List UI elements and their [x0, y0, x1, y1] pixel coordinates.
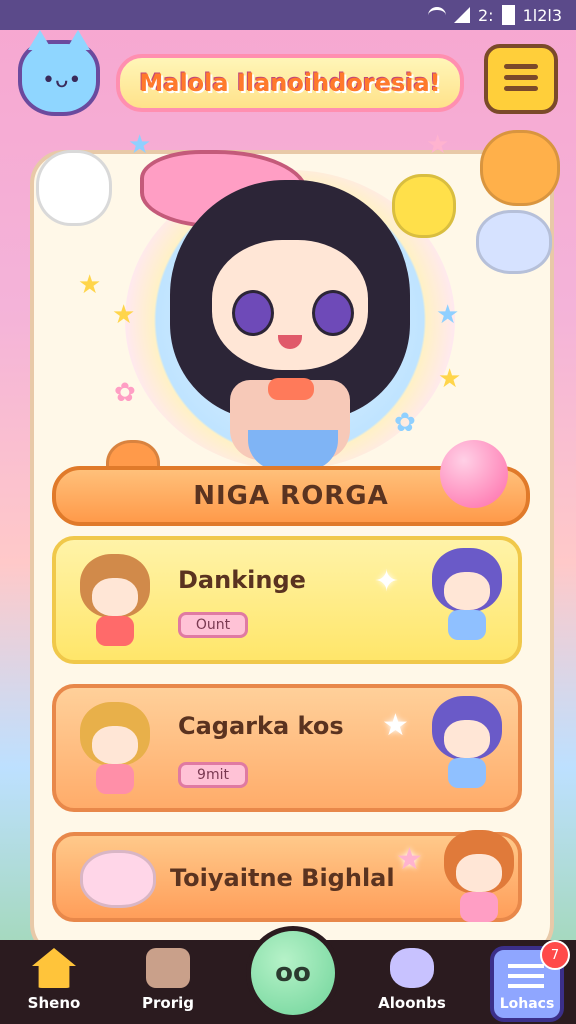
bear-icon	[390, 948, 434, 988]
sparkle-icon: ★	[382, 708, 409, 743]
character-avatar	[428, 548, 506, 640]
nav-label: Prorig	[142, 994, 194, 1012]
notification-badge: 7	[540, 940, 570, 970]
play-button[interactable]: oo	[246, 926, 340, 1020]
hero-character[interactable]	[140, 130, 420, 470]
nav-label: Lohacs	[499, 996, 555, 1012]
sparkle-icon: ★	[396, 842, 423, 877]
star-icon: ★	[78, 270, 102, 300]
mascot-avatar[interactable]: •ᴗ•	[18, 30, 100, 116]
dog-pet-icon[interactable]	[480, 130, 560, 206]
character-avatar	[76, 702, 154, 794]
wifi-icon	[427, 6, 446, 24]
character-avatar	[76, 554, 154, 646]
star-icon: ★	[128, 130, 152, 160]
star-icon: ★	[438, 364, 462, 394]
sheep-pet-icon[interactable]	[36, 150, 112, 226]
game-title: Malola Ilanoihdoresia!	[116, 54, 464, 112]
list-item[interactable]: Cagarka kos 9mit ★	[52, 684, 522, 812]
nav-albums[interactable]: Aloonbs	[364, 948, 460, 1020]
nav-progress[interactable]: Prorig	[120, 948, 216, 1020]
star-icon: ★	[112, 300, 136, 330]
nav-home[interactable]: Sheno	[6, 948, 102, 1020]
status-text: 1l2l3	[522, 5, 562, 25]
menu-button[interactable]	[484, 44, 558, 114]
nav-lists[interactable]: 7 Lohacs	[490, 940, 570, 1022]
list-icon	[508, 964, 544, 968]
character-avatar	[428, 696, 506, 788]
hamburger-icon	[504, 64, 538, 69]
battery-icon	[501, 5, 515, 25]
flower-icon: ✿	[394, 408, 416, 438]
sparkle-icon: ✦	[374, 564, 400, 599]
item-tag[interactable]: 9mit	[178, 762, 248, 788]
status-bar: 2: 1l2l3	[0, 0, 576, 30]
cake-icon	[80, 850, 156, 908]
item-title: Cagarka kos	[178, 712, 344, 740]
nav-label: Sheno	[27, 994, 81, 1012]
signal-icon	[453, 7, 470, 23]
item-title: Toiyaitne Bighlal	[170, 864, 395, 892]
journal-icon	[146, 948, 190, 988]
item-title: Dankinge	[178, 566, 306, 594]
star-icon: ★	[426, 130, 450, 160]
character-avatar	[440, 830, 518, 922]
cat-pet-icon[interactable]	[476, 210, 552, 274]
list-item[interactable]: Toiyaitne Bighlal ★	[52, 830, 522, 922]
star-pet-icon[interactable]	[392, 174, 456, 238]
item-tag[interactable]: Ount	[178, 612, 248, 638]
flower-icon: ✿	[114, 378, 136, 408]
star-icon: ★	[436, 300, 460, 330]
home-icon	[32, 948, 76, 988]
balloon-icon	[440, 440, 508, 508]
cat-face-icon: •ᴗ•	[42, 68, 82, 93]
list-item[interactable]: Dankinge Ount ✦	[52, 536, 522, 664]
nav-label: Aloonbs	[378, 994, 446, 1012]
status-time: 2:	[477, 5, 494, 25]
